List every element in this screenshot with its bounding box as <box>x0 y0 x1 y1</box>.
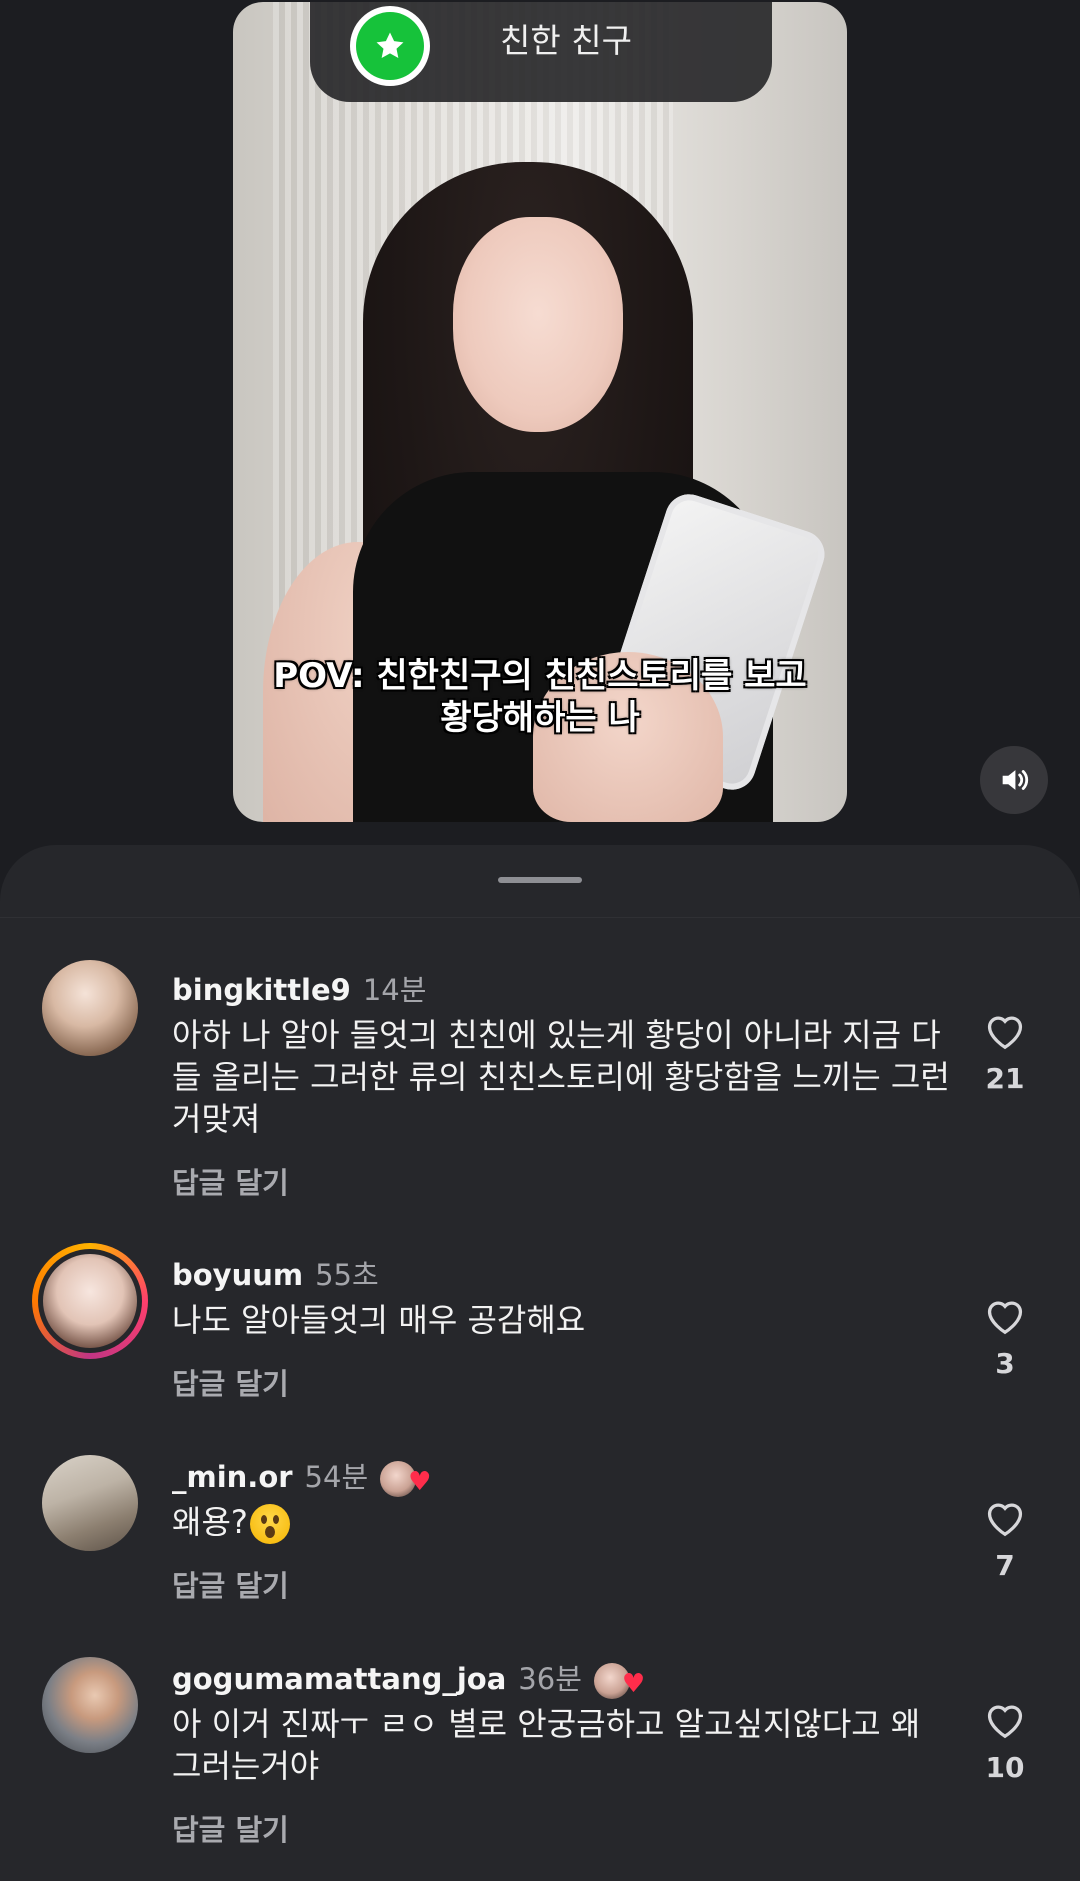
reply-button[interactable]: 답글 달기 <box>172 1160 289 1202</box>
surprised-face-emoji-icon <box>249 1504 290 1544</box>
comment-timestamp: 55초 <box>315 1258 379 1292</box>
like-count: 3 <box>995 1347 1015 1380</box>
sheet-drag-handle[interactable] <box>498 877 582 883</box>
comment-header: gogumamattang_joa 36분 ♥ <box>172 1659 652 1699</box>
heart-icon <box>987 1705 1023 1739</box>
avatar <box>43 1254 137 1348</box>
comment-username[interactable]: _min.or <box>172 1460 293 1494</box>
comment-timestamp: 14분 <box>362 973 427 1007</box>
like-button[interactable]: 10 <box>980 1699 1030 1784</box>
like-count: 10 <box>985 1751 1025 1784</box>
comment-item: _min.or 54분 ♥ 왜용? 답글 달기 7 <box>0 1455 1080 1603</box>
comment-item: boyuum 55초 나도 알아들엇긔 매우 공감해요 답글 달기 3 <box>0 1243 1080 1401</box>
caption-line-1: POV: 친한친구의 친친스토리를 보고 <box>273 656 807 696</box>
comment-text: 나도 알아들엇긔 매우 공감해요 <box>172 1301 586 1339</box>
comment-text-content: 왜용? <box>172 1503 248 1541</box>
sheet-divider <box>0 917 1080 918</box>
comment-text: 아하 나 알아 들엇긔 친친에 있는게 황당이 아니라 지금 다들 올리는 그러… <box>172 1016 950 1138</box>
reply-button[interactable]: 답글 달기 <box>172 1807 289 1849</box>
like-button[interactable]: 21 <box>980 1010 1030 1095</box>
avatar[interactable] <box>42 960 138 1056</box>
comment-timestamp: 36분 <box>518 1662 582 1696</box>
avatar[interactable] <box>42 1455 138 1551</box>
comment-item: gogumamattang_joa 36분 ♥ 아 이거 진짜ㅜ ㄹㅇ 별로 안궁금… <box>0 1657 1080 1859</box>
heart-icon <box>987 1503 1023 1537</box>
video-caption: POV: 친한친구의 친친스토리를 보고 황당해하는 나 <box>233 655 847 739</box>
creator-liked-badge: ♥ <box>593 1661 652 1701</box>
avatar-ring-gap <box>38 1249 142 1353</box>
comment-username[interactable]: boyuum <box>172 1258 303 1292</box>
heart-icon <box>987 1301 1023 1335</box>
comment-timestamp: 54분 <box>304 1460 369 1494</box>
heart-icon <box>987 1016 1023 1050</box>
reply-button[interactable]: 답글 달기 <box>172 1563 289 1605</box>
video-figure-face <box>453 217 623 432</box>
comments-sheet: bingkittle9 14분 아하 나 알아 들엇긔 친친에 있는게 황당이 아… <box>0 845 1080 1881</box>
comment-text: 아 이거 진짜ㅜ ㄹㅇ 별로 안궁금하고 알고싶지않다고 왜 그러는거야 <box>172 1705 921 1785</box>
avatar[interactable] <box>42 1657 138 1753</box>
heart-icon: ♥ <box>408 1467 432 1497</box>
like-button[interactable]: 3 <box>980 1295 1030 1380</box>
caption-line-2: 황당해하는 나 <box>440 698 640 738</box>
close-friends-label: 친한 친구 <box>500 21 632 60</box>
speaker-icon <box>1002 770 1029 790</box>
like-count: 7 <box>995 1549 1015 1582</box>
comment-username[interactable]: bingkittle9 <box>172 973 351 1007</box>
close-friends-star-icon <box>356 12 424 80</box>
reply-button[interactable]: 답글 달기 <box>172 1361 289 1403</box>
avatar-story-ring[interactable] <box>32 1243 148 1359</box>
comment-header: _min.or 54분 ♥ <box>172 1457 438 1497</box>
reel-viewer: 친한 친구 POV: 친한친구의 친친스토리를 보고 황당해하는 나 <box>0 0 1080 850</box>
sound-toggle-button[interactable] <box>980 746 1048 814</box>
comment-header: boyuum 55초 <box>172 1255 379 1295</box>
comment-text: 왜용? <box>172 1501 952 1544</box>
comment-header: bingkittle9 14분 <box>172 970 426 1010</box>
like-button[interactable]: 7 <box>980 1497 1030 1582</box>
comment-username[interactable]: gogumamattang_joa <box>172 1662 506 1696</box>
heart-icon: ♥ <box>621 1669 646 1699</box>
creator-liked-badge: ♥ <box>380 1459 438 1499</box>
like-count: 21 <box>985 1062 1025 1095</box>
comment-item: bingkittle9 14분 아하 나 알아 들엇긔 친친에 있는게 황당이 아… <box>0 960 1080 1210</box>
